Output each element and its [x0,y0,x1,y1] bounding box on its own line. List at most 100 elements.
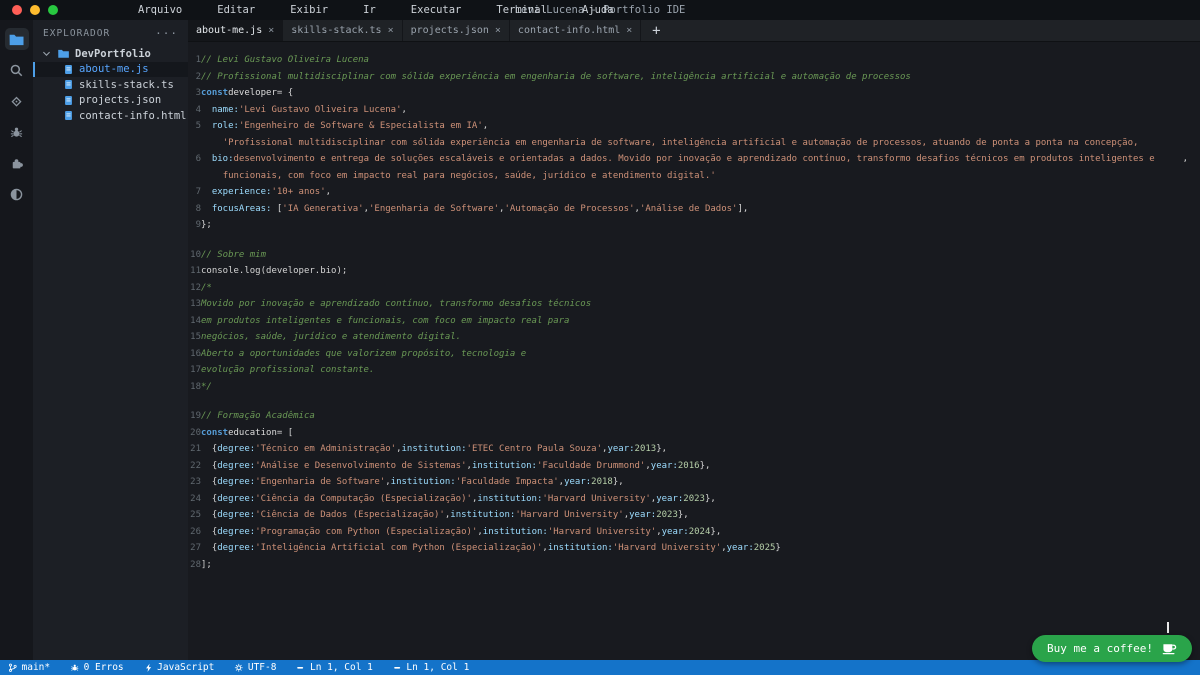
activity-bug-icon[interactable] [5,121,29,143]
activity-bar [0,20,33,660]
new-tab-button[interactable]: + [641,20,671,41]
tab-skills-stack-ts[interactable]: skills-stack.ts× [283,20,402,41]
code-line[interactable]: 11console.log(developer.bio); [188,263,1200,280]
activity-folder-icon[interactable] [5,28,29,50]
close-icon[interactable]: × [388,25,394,36]
code-line[interactable]: 22 {degree:'Análise e Desenvolvimento de… [188,458,1200,475]
activity-contrast-icon[interactable] [5,183,29,205]
file-about-me-js[interactable]: about-me.js [33,62,188,78]
code-token: ], [737,201,748,218]
activity-puzzle-icon[interactable] [5,152,29,174]
code-line[interactable]: 4 name:'Levi Gustavo Oliveira Lucena', [188,102,1200,119]
code-line[interactable]: 18*/ [188,379,1200,396]
code-line[interactable]: 3constdeveloper= { [188,85,1200,102]
git-branch-icon [8,663,18,673]
code-line[interactable]: 13Movido por inovação e aprendizado cont… [188,296,1200,313]
tab-projects-json[interactable]: projects.json× [403,20,510,41]
code-token: degree: [217,491,255,508]
code-line[interactable]: 5 role:'Engenheiro de Software & Especia… [188,118,1200,135]
code-line[interactable]: 25 {degree:'Ciência de Dados (Especializ… [188,507,1200,524]
code-token: 2013 [635,441,657,458]
code-line[interactable]: 21 {degree:'Técnico em Administração',in… [188,441,1200,458]
code-token: year: [727,540,754,557]
menu-terminal[interactable]: Terminal [496,4,547,16]
menu-ir[interactable]: Ir [363,4,376,16]
file-icon [63,64,74,75]
code-line[interactable]: 28]; [188,557,1200,574]
code-token: 'Engenharia de Software' [255,474,385,491]
code-token: 'Engenheiro de Software & Especialista e… [239,118,483,135]
code-line[interactable]: 24 {degree:'Ciência da Computação (Espec… [188,491,1200,508]
code-line[interactable]: 8 focusAreas: ['IA Generativa','Engenhar… [188,201,1200,218]
folder-devportfolio[interactable]: DevPortfolio [33,46,188,62]
code-line[interactable]: 27 {degree:'Inteligência Artificial com … [188,540,1200,557]
code-line[interactable]: funcionais, com foco em impacto real par… [188,168,1200,185]
code-line[interactable]: 9}; [188,217,1200,234]
minimize-window-button[interactable] [30,5,40,15]
code-token: 2023 [683,491,705,508]
line-number: 14 [188,313,201,330]
explorer-overflow-icon[interactable]: ··· [155,27,178,40]
menu-exibir[interactable]: Exibir [290,4,328,16]
code-token: 'Análise e Desenvolvimento de Sistemas' [255,458,466,475]
menu-editar[interactable]: Editar [217,4,255,16]
code-token: console.log(developer.bio); [201,263,347,280]
code-line[interactable]: 7 experience:'10+ anos', [188,184,1200,201]
folder-name: DevPortfolio [75,48,151,60]
activity-diamond-icon[interactable] [5,90,29,112]
code-line[interactable]: 23 {degree:'Engenharia de Software',inst… [188,474,1200,491]
code-editor[interactable]: 1// Levi Gustavo Oliveira Lucena2// Prof… [188,42,1200,660]
menu-ajuda[interactable]: Ajuda [582,4,614,16]
line-number: 8 [188,201,201,218]
code-line[interactable]: 20consteducation= [ [188,425,1200,442]
close-icon[interactable]: × [626,25,632,36]
buy-me-a-coffee-button[interactable]: Buy me a coffee! [1032,635,1192,662]
status-ln-1-col-1[interactable]: Ln 1, Col 1 [296,662,372,673]
maximize-window-button[interactable] [48,5,58,15]
file-projects-json[interactable]: projects.json [33,93,188,109]
code-token [201,118,212,135]
code-token [201,458,212,475]
line-number: 7 [188,184,201,201]
code-token: degree: [217,540,255,557]
code-line[interactable]: 14em produtos inteligentes e funcionais,… [188,313,1200,330]
code-line[interactable]: 'Profissional multidisciplinar com sólid… [188,135,1200,152]
code-token: 2023 [656,507,678,524]
code-line[interactable]: 10// Sobre mim [188,247,1200,264]
code-line[interactable]: 1// Levi Gustavo Oliveira Lucena [188,52,1200,69]
status-main[interactable]: main* [8,662,50,673]
file-skills-stack-ts[interactable]: skills-stack.ts [33,77,188,93]
code-line[interactable]: 6 bio:desenvolvimento e entrega de soluç… [188,151,1200,168]
menu-executar[interactable]: Executar [411,4,462,16]
close-icon[interactable]: × [495,25,501,36]
code-token: degree: [217,441,255,458]
status-0-erros[interactable]: 0 Erros [70,662,124,673]
close-window-button[interactable] [12,5,22,15]
code-token [201,491,212,508]
file-name: skills-stack.ts [79,79,174,91]
status-ln-1-col-1-2[interactable]: Ln 1, Col 1 [393,662,469,673]
tab-contact-info-html[interactable]: contact-info.html× [510,20,641,41]
activity-search-icon[interactable] [5,59,29,81]
status-utf-8[interactable]: UTF-8 [234,662,276,673]
code-line[interactable]: 15negócios, saúde, jurídico e atendiment… [188,329,1200,346]
code-line[interactable]: 12/* [188,280,1200,297]
menu-arquivo[interactable]: Arquivo [138,4,182,16]
code-line[interactable]: 26 {degree:'Programação com Python (Espe… [188,524,1200,541]
file-icon [63,79,74,90]
code-token: year: [656,491,683,508]
code-line[interactable]: 17evolução profissional constante. [188,362,1200,379]
line-number: 4 [188,102,201,119]
file-tree: about-me.jsskills-stack.ts projects.jsonc… [33,62,188,124]
code-line[interactable]: 16Aberto a oportunidades que valorizem p… [188,346,1200,363]
line-number: 2 [188,69,201,86]
close-icon[interactable]: × [268,25,274,36]
status-javascript[interactable]: JavaScript [144,662,215,673]
tab-about-me-js[interactable]: about-me.js× [188,20,283,41]
code-token: institution: [472,458,537,475]
code-token: const [201,85,228,102]
file-contact-info-html[interactable]: contact-info.html [33,108,188,124]
code-line[interactable]: 2// Profissional multidisciplinar com só… [188,69,1200,86]
line-number: 11 [188,263,201,280]
code-line[interactable]: 19// Formação Acadêmica [188,408,1200,425]
